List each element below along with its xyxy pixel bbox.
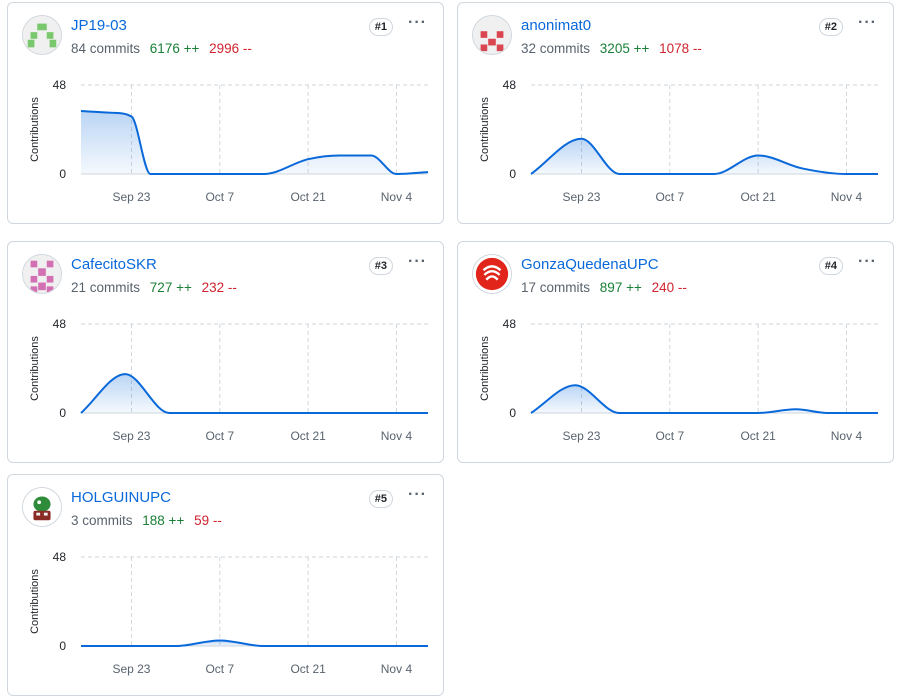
y-tick-label: 0 [509, 167, 516, 181]
y-tick-label: 0 [59, 167, 66, 181]
series-area [531, 385, 878, 413]
contributions-chart: Sep 23 Oct 7 Oct 21 Nov 4 48 0 Contributions [479, 78, 878, 204]
x-tick-label: Nov 4 [381, 429, 413, 443]
x-tick-label: Nov 4 [831, 429, 863, 443]
y-tick-label: 0 [59, 406, 66, 420]
x-tick-label: Nov 4 [381, 662, 413, 676]
x-tick-label: Oct 7 [205, 662, 234, 676]
contributor-card: anonimat0 32 commits 3205 ++ 1078 -- #2 … [457, 2, 894, 224]
y-tick-label: 48 [53, 78, 67, 92]
contributions-chart: Sep 23 Oct 7 Oct 21 Nov 4 48 0 Contributions [29, 317, 428, 443]
y-tick-label: 48 [53, 550, 67, 564]
x-tick-label: Oct 7 [205, 429, 234, 443]
series-area [531, 138, 878, 174]
y-tick-label: 0 [59, 639, 66, 653]
x-tick-label: Oct 7 [205, 190, 234, 204]
contributor-card: GonzaQuedenaUPC 17 commits 897 ++ 240 --… [457, 241, 894, 463]
contributor-card: HOLGUINUPC 3 commits 188 ++ 59 -- #5 ···… [7, 474, 444, 696]
x-tick-label: Sep 23 [562, 429, 600, 443]
x-tick-label: Oct 21 [290, 662, 326, 676]
y-axis-label: Contributions [29, 97, 41, 162]
y-tick-label: 48 [53, 317, 67, 331]
y-axis-label: Contributions [479, 336, 491, 401]
x-tick-label: Sep 23 [112, 429, 150, 443]
y-tick-label: 48 [503, 317, 517, 331]
contributions-chart: Sep 23 Oct 7 Oct 21 Nov 4 48 0 Contributions [29, 78, 429, 204]
x-tick-label: Sep 23 [112, 662, 150, 676]
contributions-chart: Sep 23 Oct 7 Oct 21 Nov 4 48 0 Contributions [29, 550, 428, 676]
y-axis-label: Contributions [479, 97, 491, 162]
y-tick-label: 0 [509, 406, 516, 420]
x-tick-label: Oct 21 [740, 429, 776, 443]
x-tick-label: Oct 21 [740, 190, 776, 204]
x-tick-label: Oct 7 [655, 429, 684, 443]
x-tick-label: Sep 23 [112, 190, 150, 204]
contributor-card: JP19-03 84 commits 6176 ++ 2996 -- #1 ··… [7, 2, 444, 224]
series-line [80, 639, 428, 647]
contributions-chart: Sep 23 Oct 7 Oct 21 Nov 4 48 0 Contributions [479, 317, 878, 443]
y-axis-label: Contributions [29, 569, 41, 634]
x-tick-label: Oct 21 [290, 190, 326, 204]
x-tick-label: Nov 4 [381, 190, 413, 204]
x-tick-label: Oct 7 [655, 190, 684, 204]
x-tick-label: Sep 23 [562, 190, 600, 204]
x-tick-label: Nov 4 [831, 190, 863, 204]
y-tick-label: 48 [503, 78, 517, 92]
y-axis-label: Contributions [29, 336, 41, 401]
contributor-card: CafecitoSKR 21 commits 727 ++ 232 -- #3 … [7, 241, 444, 463]
series-area [81, 374, 428, 413]
x-tick-label: Oct 21 [290, 429, 326, 443]
